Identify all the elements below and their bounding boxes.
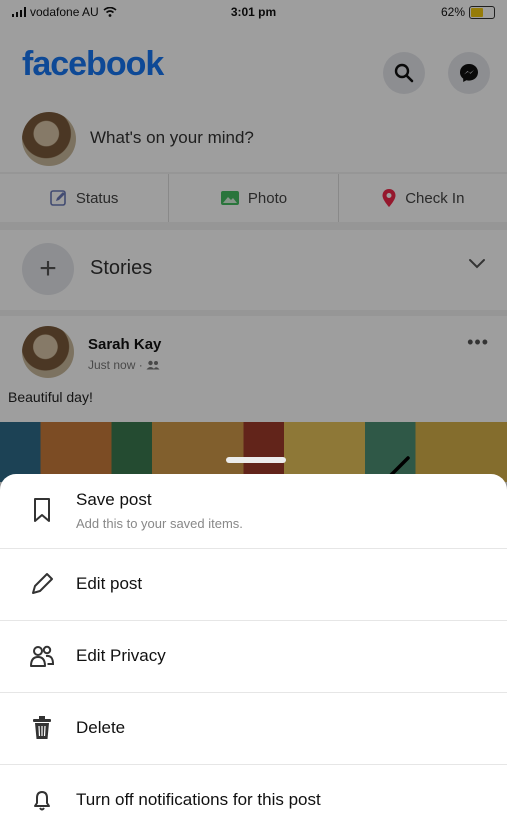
edit-post-option[interactable]: Edit post xyxy=(0,548,507,621)
bell-icon xyxy=(34,791,50,811)
save-post-option[interactable]: Save post Add this to your saved items. xyxy=(0,474,507,549)
edit-post-title: Edit post xyxy=(76,574,143,593)
edit-privacy-title: Edit Privacy xyxy=(76,646,166,665)
save-post-title: Save post xyxy=(76,490,152,509)
pencil-icon xyxy=(32,573,53,594)
save-post-subtitle: Add this to your saved items. xyxy=(76,516,243,531)
edit-privacy-option[interactable]: Edit Privacy xyxy=(0,620,507,693)
trash-icon xyxy=(33,716,51,739)
delete-title: Delete xyxy=(76,718,126,737)
turn-off-notifications-title: Turn off notifications for this post xyxy=(76,790,321,809)
post-options-sheet: Save post Add this to your saved items. … xyxy=(0,474,507,840)
sheet-drag-handle[interactable] xyxy=(226,457,286,463)
turn-off-notifications-option[interactable]: Turn off notifications for this post xyxy=(0,764,507,836)
bookmark-icon xyxy=(34,498,50,522)
facebook-app-screen: vodafone AU 3:01 pm 62% facebook What's … xyxy=(0,0,507,840)
delete-option[interactable]: Delete xyxy=(0,692,507,765)
people-icon xyxy=(30,645,55,667)
